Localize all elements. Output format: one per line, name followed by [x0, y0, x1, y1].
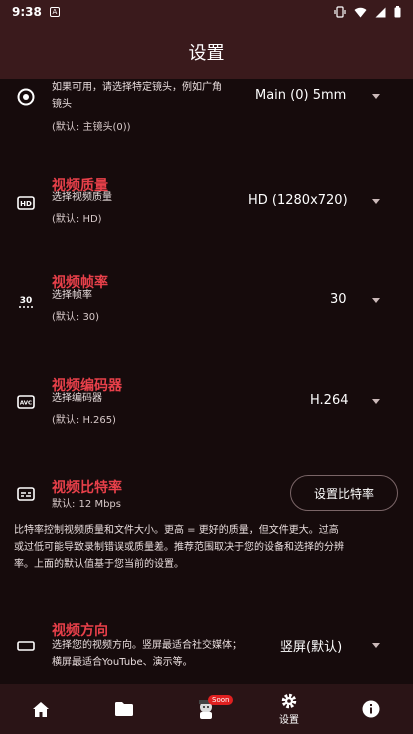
nav-settings-label: 设置 [279, 715, 299, 726]
lens-target-icon [16, 87, 36, 107]
nav-settings[interactable]: 设置 [259, 684, 319, 734]
page-title: 设置 [188, 42, 225, 64]
nav-info[interactable] [341, 684, 401, 734]
bitrate-description-line1: 比特率控制视频质量和文件大小。更高 = 更好的质量，但文件更大。过高 [14, 525, 339, 536]
gear-icon [281, 693, 297, 709]
bitrate-description: 比特率控制视频质量和文件大小。更高 = 更好的质量，但文件更大。过高 或过低可能… [14, 522, 399, 573]
camera-description-line1: 如果可用，请选择特定镜头，例如广角 [52, 82, 222, 93]
camera-description-line2: 镜头 [52, 99, 72, 110]
camera-lens-row[interactable]: 如果可用，请选择特定镜头，例如广角 镜头 (默认: 主镜头(0)) Main (… [0, 79, 413, 149]
nav-files[interactable] [94, 684, 154, 734]
bitrate-description-line2: 或过低可能导致录制错误或质量差。推荐范围取决于您的设备和选择的分辨 [14, 542, 344, 553]
video-encoder-row[interactable]: AVC 视频编码器 选择编码器 (默认: H.265) H.264 [0, 373, 413, 433]
video-quality-row[interactable]: HD 视频质量 选择视频质量 (默认: HD) HD (1280x720) [0, 174, 413, 234]
status-bar: 9:38 A [0, 0, 413, 24]
video-bitrate-title: 视频比特率 [52, 480, 122, 496]
camera-lens-value[interactable]: Main (0) 5mm [255, 88, 346, 103]
settings-list[interactable]: 如果可用，请选择特定镜头，例如广角 镜头 (默认: 主镜头(0)) Main (… [0, 79, 413, 684]
framerate-30-icon: 30 [16, 292, 36, 312]
folder-icon [115, 702, 133, 716]
bitrate-description-line3: 率。上面的默认值基于您当前的设置。 [14, 559, 184, 570]
notification-icon: A [49, 7, 60, 17]
signal-icon [375, 7, 386, 17]
app-bar: 设置 [0, 24, 413, 79]
camera-default: (默认: 主镜头(0)) [52, 122, 131, 133]
nav-coming-soon[interactable]: Soon [176, 684, 236, 734]
video-quality-subtitle: 选择视频质量 [52, 192, 112, 203]
svg-text:HD: HD [20, 200, 32, 208]
home-icon [33, 701, 49, 717]
vibrate-icon [334, 6, 346, 18]
video-quality-default: (默认: HD) [52, 214, 102, 225]
video-encoder-default: (默认: H.265) [52, 415, 116, 426]
chevron-down-icon[interactable] [372, 399, 380, 404]
orientation-icon [16, 636, 36, 656]
nav-home[interactable] [11, 684, 71, 734]
video-framerate-default: (默认: 30) [52, 312, 100, 323]
info-icon [362, 700, 380, 718]
orientation-subtitle-line1: 选择您的视频方向。竖屏最适合社交媒体； [52, 640, 242, 651]
hd-icon: HD [16, 193, 36, 213]
video-framerate-row[interactable]: 30 视频帧率 选择帧率 (默认: 30) 30 [0, 270, 413, 330]
chevron-down-icon[interactable] [372, 94, 380, 99]
video-framerate-value[interactable]: 30 [330, 292, 347, 307]
status-icons [334, 6, 401, 18]
svg-text:AVC: AVC [20, 401, 32, 407]
wifi-icon [354, 7, 367, 17]
video-encoder-value[interactable]: H.264 [310, 393, 349, 408]
orientation-subtitle-line2: 横屏最适合YouTube、演示等。 [52, 657, 193, 668]
soon-badge: Soon [208, 695, 234, 705]
set-bitrate-button[interactable]: 设置比特率 [290, 475, 398, 511]
video-encoder-subtitle: 选择编码器 [52, 393, 102, 404]
video-quality-value[interactable]: HD (1280x720) [248, 193, 348, 208]
battery-icon [394, 6, 401, 18]
video-bitrate-default: 默认: 12 Mbps [52, 499, 121, 510]
chevron-down-icon[interactable] [372, 298, 380, 303]
bottom-navigation: Soon 设置 [0, 684, 413, 734]
status-time: 9:38 [12, 5, 42, 19]
video-orientation-value[interactable]: 竖屏(默认) [280, 636, 342, 655]
chevron-down-icon[interactable] [372, 643, 380, 648]
svg-text:30: 30 [20, 296, 33, 306]
avc-icon: AVC [16, 392, 36, 412]
subtitles-icon [16, 484, 36, 504]
chevron-down-icon[interactable] [372, 199, 380, 204]
video-framerate-subtitle: 选择帧率 [52, 290, 92, 301]
video-orientation-row[interactable]: 视频方向 选择您的视频方向。竖屏最适合社交媒体； 横屏最适合YouTube、演示… [0, 618, 413, 678]
video-bitrate-row: 视频比特率 默认: 12 Mbps 设置比特率 [0, 475, 413, 515]
